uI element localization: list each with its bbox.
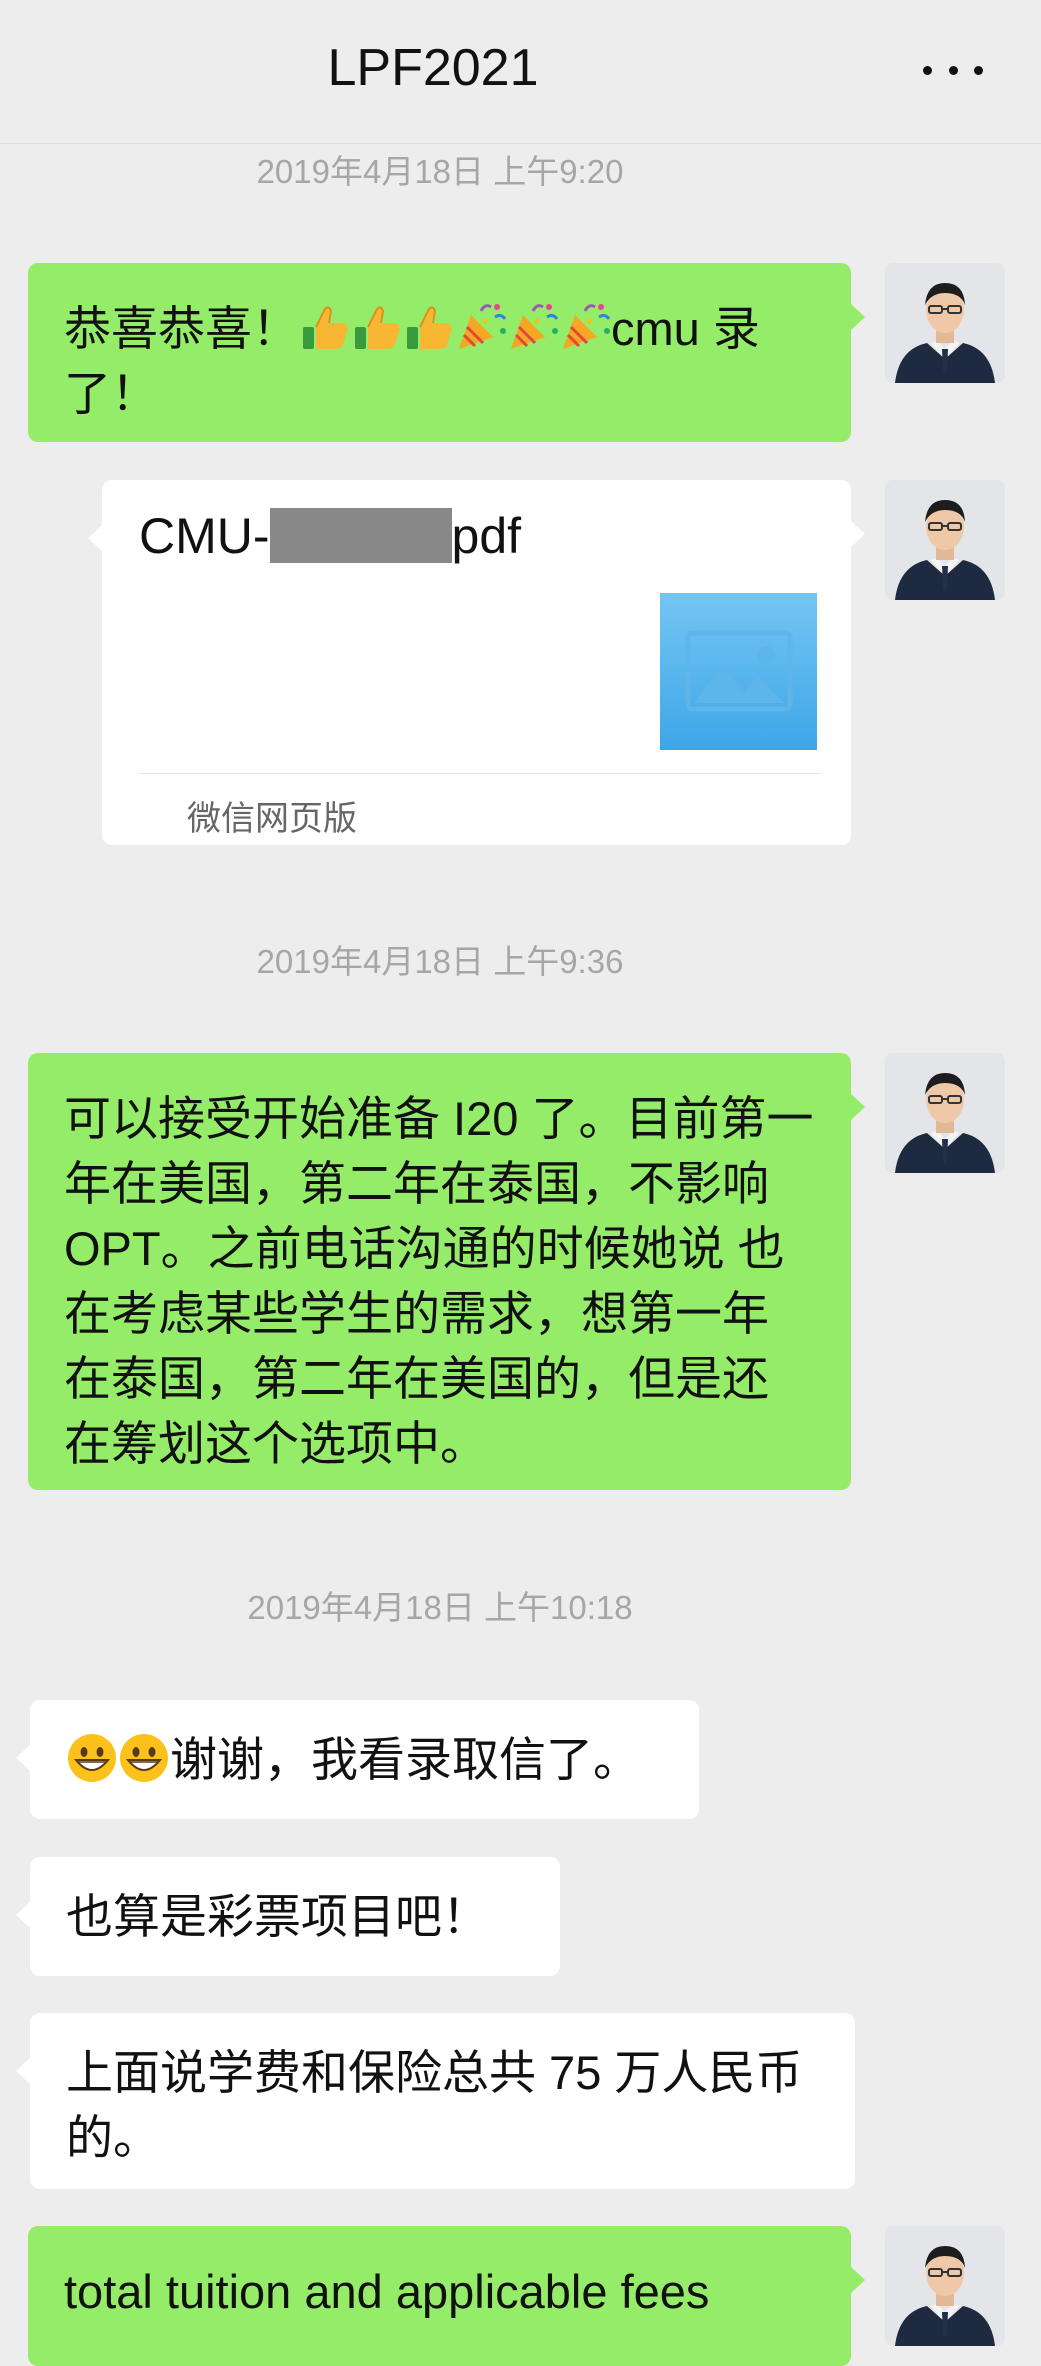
message-text: 可以接受开始准备 I20 了。目前第一年在美国，第二年在泰国，不影响 OPT。之… bbox=[64, 1092, 814, 1470]
message-text: total tuition and applicable fees bbox=[64, 2265, 710, 2318]
chat-header: LPF2021 bbox=[0, 0, 1041, 144]
thumbs-up-icon bbox=[403, 301, 455, 353]
card-source: 微信网页版 bbox=[187, 800, 357, 838]
message-text: 上面说学费和保险总共 75 万人民币的。 bbox=[66, 2046, 803, 2164]
message-bubble[interactable]: 也算是彩票项目吧！ bbox=[16, 1857, 560, 1976]
file-card[interactable]: CMU-pdf 微信网页版 bbox=[88, 480, 865, 845]
message-text: 也算是彩票项目吧！ bbox=[66, 1890, 489, 1943]
avatar[interactable] bbox=[885, 480, 1005, 600]
image-thumbnail bbox=[660, 593, 817, 750]
message-bubble[interactable]: total tuition and applicable fees bbox=[28, 2226, 865, 2366]
timestamp: 2019年4月18日 上午9:20 bbox=[256, 153, 624, 190]
avatar[interactable] bbox=[885, 2226, 1005, 2346]
message-text: 恭喜恭喜！ bbox=[64, 302, 299, 355]
message-bubble[interactable]: 谢谢，我看录取信了。 bbox=[16, 1700, 699, 1819]
file-name: CMU-pdf bbox=[139, 508, 522, 564]
chat-title: LPF2021 bbox=[327, 39, 539, 97]
grinning-face-icon bbox=[118, 1732, 170, 1784]
party-popper-icon bbox=[559, 301, 611, 353]
timestamp: 2019年4月18日 上午9:36 bbox=[256, 943, 624, 980]
message-bubble[interactable]: 上面说学费和保险总共 75 万人民币的。 bbox=[16, 2013, 855, 2189]
message-text: 谢谢，我看录取信了。 bbox=[170, 1733, 640, 1786]
divider bbox=[139, 773, 821, 774]
party-popper-icon bbox=[507, 301, 559, 353]
more-options-icon[interactable] bbox=[923, 60, 983, 80]
message-bubble[interactable]: 恭喜恭喜！ cmu 录了！ bbox=[28, 263, 865, 442]
timestamp: 2019年4月18日 上午10:18 bbox=[247, 1589, 633, 1626]
image-placeholder-icon bbox=[685, 630, 793, 712]
message-bubble[interactable]: 可以接受开始准备 I20 了。目前第一年在美国，第二年在泰国，不影响 OPT。之… bbox=[28, 1053, 865, 1490]
redacted-block bbox=[269, 508, 452, 563]
avatar[interactable] bbox=[885, 263, 1005, 383]
thumbs-up-icon bbox=[351, 301, 403, 353]
thumbs-up-icon bbox=[299, 301, 351, 353]
grinning-face-icon bbox=[66, 1732, 118, 1784]
party-popper-icon bbox=[455, 301, 507, 353]
avatar[interactable] bbox=[885, 1053, 1005, 1173]
